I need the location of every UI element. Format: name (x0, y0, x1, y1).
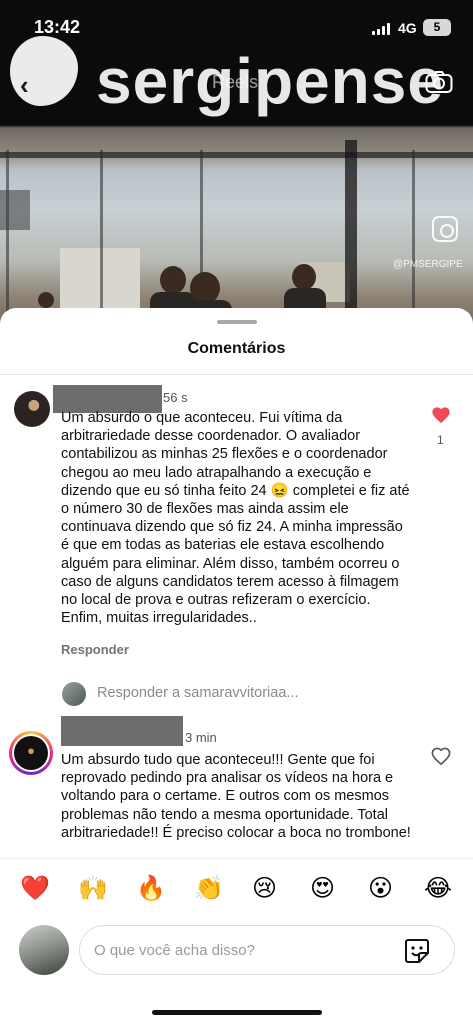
comment-time: 3 min (185, 730, 217, 745)
network-label: 4G (398, 20, 417, 36)
reels-title: Reels (212, 72, 259, 92)
emoji-heart-eyes[interactable]: 😍 (310, 874, 335, 902)
person-figure (160, 266, 186, 294)
comment-text: Um absurdo o que aconteceu. Fui vítima d… (61, 410, 410, 627)
heart-outline-icon[interactable] (431, 747, 451, 765)
emoji-raising-hands[interactable]: 🙌 (78, 874, 108, 902)
comments-sheet: Comentários 56 s Um absurdo o que aconte… (0, 308, 473, 1024)
comment-text: Um absurdo tudo que aconteceu!!! Gente q… (61, 752, 411, 841)
emoji-clapping[interactable]: 👏 (194, 874, 224, 902)
fence-top-rail (0, 152, 473, 158)
channel-watermark: sergipense (96, 45, 444, 117)
person-figure (292, 264, 316, 290)
camera-icon[interactable] (425, 70, 453, 94)
emoji-crying[interactable]: 😢 (252, 874, 277, 902)
commenter-avatar[interactable] (14, 391, 50, 427)
sticker-icon[interactable] (404, 938, 430, 964)
status-time: 13:42 (34, 17, 81, 37)
roof-edge (0, 190, 30, 230)
emoji-reaction-bar: ❤️ 🙌 🔥 👏 😢 😍 😮 😂 (0, 874, 473, 908)
reply-avatar (62, 682, 86, 706)
status-bar: 13:42 4G 5 (0, 0, 473, 48)
reply-button[interactable]: Responder (61, 642, 129, 657)
signal-icon (372, 22, 390, 35)
reply-to-label[interactable]: Responder a samaravvitoriaa... (97, 685, 299, 701)
home-indicator[interactable] (152, 1010, 322, 1015)
divider (0, 374, 473, 375)
emoji-laughing[interactable]: 😂 (424, 874, 452, 902)
reel-video[interactable]: 13:42 4G 5 ‹ sergipense Reels @PMSERGIPE (0, 0, 473, 340)
emoji-fire[interactable]: 🔥 (136, 874, 166, 902)
back-icon[interactable]: ‹ (20, 70, 29, 101)
divider (0, 858, 473, 859)
emoji-heart[interactable]: ❤️ (20, 874, 50, 902)
battery-icon: 5 (423, 19, 451, 36)
comment-input[interactable] (94, 926, 394, 974)
commenter-avatar-story-ring[interactable] (9, 731, 53, 775)
sheet-title: Comentários (187, 340, 286, 357)
user-avatar (19, 925, 69, 975)
instagram-icon (432, 216, 458, 242)
person-figure (38, 292, 54, 308)
comment-composer (79, 925, 455, 975)
video-handle: @PMSERGIPE (393, 259, 463, 270)
heart-filled-icon[interactable] (431, 406, 451, 424)
sheet-drag-handle[interactable] (217, 320, 257, 324)
emoji-surprised[interactable]: 😮 (368, 874, 393, 902)
like-count: 1 (437, 433, 444, 447)
comment-time: 56 s (163, 390, 188, 405)
redacted-username (61, 716, 183, 746)
